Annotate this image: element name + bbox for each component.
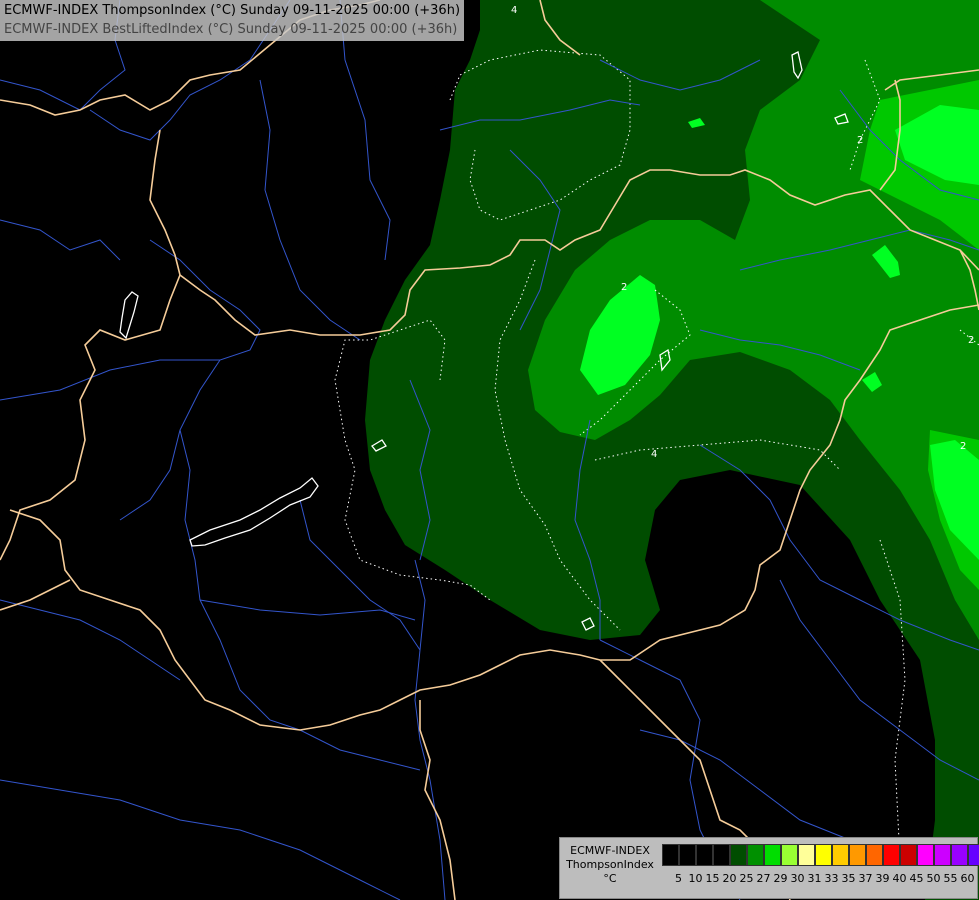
- legend-swatch: [713, 844, 730, 866]
- legend-model: ECMWF-INDEX: [570, 844, 650, 857]
- legend-swatch: [968, 844, 979, 866]
- contour-label: 2: [857, 135, 863, 146]
- legend-swatch: [696, 844, 713, 866]
- legend-tick: 37: [858, 872, 873, 885]
- legend-tick: 20: [722, 872, 737, 885]
- color-legend: ECMWF-INDEX ThompsonIndex °C 5 10 15 20 25 27…: [559, 837, 979, 899]
- legend-swatch: [747, 844, 764, 866]
- legend-swatch: [798, 844, 815, 866]
- legend-swatch: [781, 844, 798, 866]
- legend-swatch: [730, 844, 747, 866]
- legend-tick: 45: [909, 872, 924, 885]
- legend-swatch: [832, 844, 849, 866]
- legend-swatch: [883, 844, 900, 866]
- legend-swatch: [679, 844, 696, 866]
- legend-tick: 55: [943, 872, 958, 885]
- legend-swatch: [849, 844, 866, 866]
- legend-swatch: [866, 844, 883, 866]
- legend-tick: 40: [892, 872, 907, 885]
- legend-tick: 39: [875, 872, 890, 885]
- legend-swatch: [764, 844, 781, 866]
- legend-tick: 35: [841, 872, 856, 885]
- map-title-secondary: ECMWF-INDEX BestLiftedIndex (°C) Sunday …: [4, 22, 458, 37]
- legend-swatch: [951, 844, 968, 866]
- legend-swatch: [934, 844, 951, 866]
- legend-tick: 31: [807, 872, 822, 885]
- legend-ticks: 5 10 15 20 25 27 29 30 31 33 35 37 39 40 45 50 55 60: [670, 872, 976, 885]
- legend-label: ECMWF-INDEX ThompsonIndex °C: [562, 844, 658, 886]
- legend-tick: 50: [926, 872, 941, 885]
- legend-swatch: [917, 844, 934, 866]
- legend-parameter: ThompsonIndex: [566, 858, 654, 871]
- contour-label: 4: [511, 5, 517, 16]
- map-title-box: ECMWF-INDEX ThompsonIndex (°C) Sunday 09…: [0, 0, 465, 41]
- legend-swatch: [815, 844, 832, 866]
- legend-tick: 10: [688, 872, 703, 885]
- legend-tick: 33: [824, 872, 839, 885]
- contour-label: 2: [621, 282, 627, 293]
- legend-tick: 29: [773, 872, 788, 885]
- contour-label: 2: [960, 441, 966, 452]
- map-title-primary: ECMWF-INDEX ThompsonIndex (°C) Sunday 09…: [4, 3, 461, 18]
- legend-tick: 30: [790, 872, 805, 885]
- legend-tick: 5: [675, 872, 682, 885]
- weather-map: 4 2 2 4 2 2: [0, 0, 979, 900]
- legend-swatch: [662, 844, 679, 866]
- contour-label: 4: [651, 449, 657, 460]
- legend-unit: °C: [603, 872, 617, 885]
- legend-tick: 15: [705, 872, 720, 885]
- legend-tick: 25: [739, 872, 754, 885]
- legend-tick: 27: [756, 872, 771, 885]
- legend-swatch: [900, 844, 917, 866]
- legend-swatches: [662, 844, 979, 866]
- contour-label: 2: [968, 335, 974, 346]
- legend-tick: 60: [960, 872, 975, 885]
